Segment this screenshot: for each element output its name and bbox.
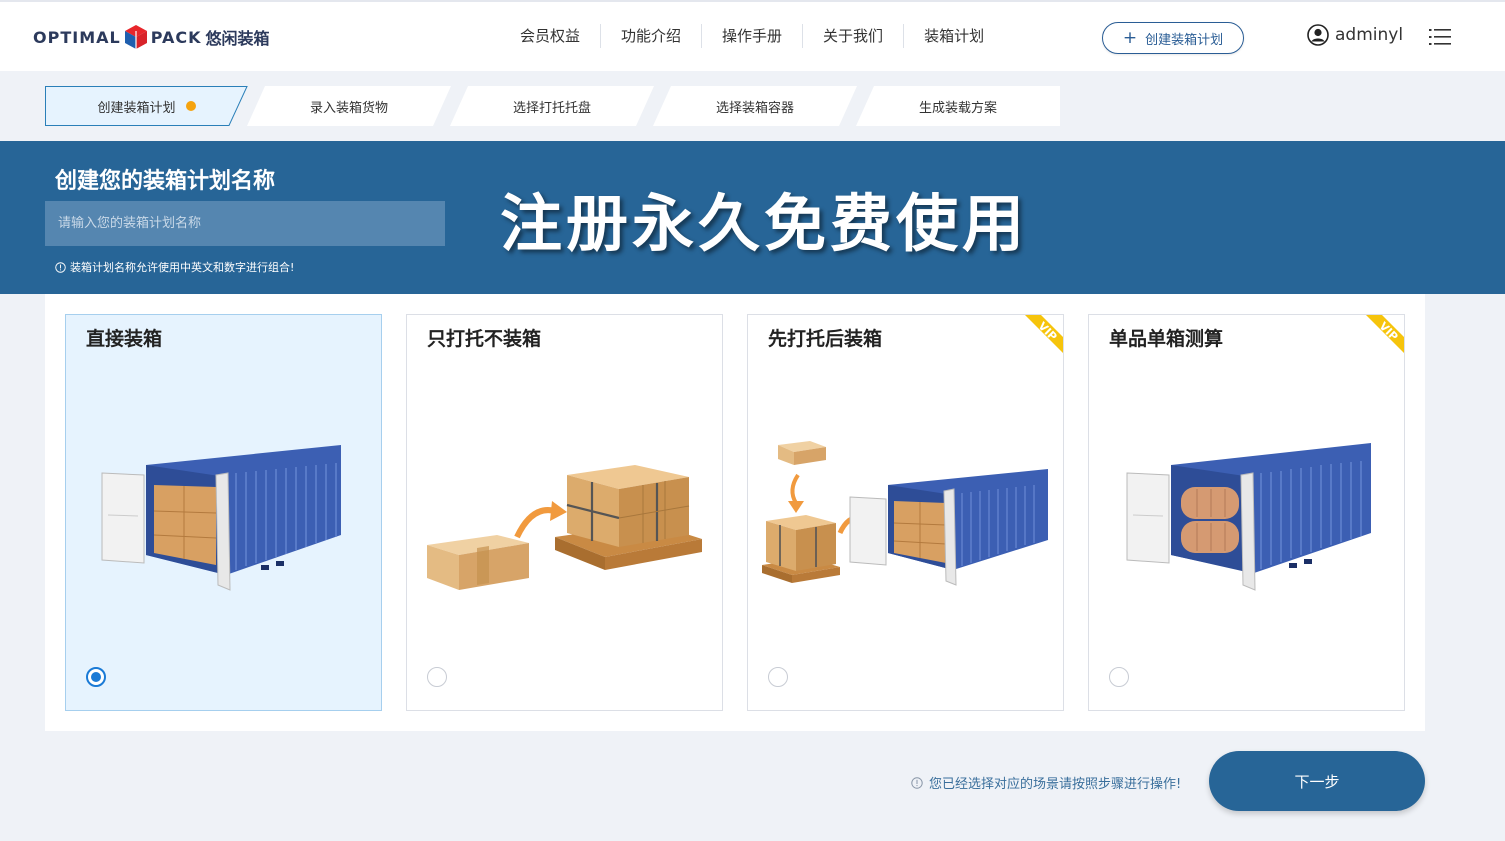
card-title: 单品单箱测算 — [1109, 328, 1224, 350]
scenario-radio[interactable] — [86, 667, 106, 687]
step-select-pallet[interactable]: 选择打托托盘 — [450, 86, 654, 126]
card-title: 直接装箱 — [86, 328, 163, 350]
container-rolls-icon — [1126, 443, 1371, 591]
logo[interactable]: OPTIMAL PACK 悠闲装箱 — [33, 20, 270, 54]
step-label: 录入装箱货物 — [309, 100, 388, 116]
top-header: OPTIMAL PACK 悠闲装箱 会员权益 功能介绍 操作手册 关于我们 装箱… — [0, 0, 1505, 71]
scenario-radio[interactable] — [427, 667, 447, 687]
scenario-card-single-item[interactable]: 单品单箱测算 VIP — [1088, 314, 1405, 711]
plan-name-hint: 装箱计划名称允许使用中英文和数字进行组合! — [55, 259, 294, 275]
create-plan-label: 创建装箱计划 — [1145, 32, 1224, 48]
step-generate-plan[interactable]: 生成装载方案 — [856, 86, 1060, 126]
step-progress: 创建装箱计划 录入装箱货物 选择打托托盘 选择装箱容器 生成装载方案 — [45, 86, 1061, 126]
scenario-radio[interactable] — [768, 667, 788, 687]
plan-name-banner: 创建您的装箱计划名称 装箱计划名称允许使用中英文和数字进行组合! 注册永久免费使… — [0, 141, 1505, 294]
user-avatar-icon — [1307, 24, 1329, 46]
nav-member-benefits[interactable]: 会员权益 — [500, 24, 602, 48]
card-title: 先打托后装箱 — [768, 328, 883, 350]
promo-headline: 注册永久免费使用 — [500, 187, 1029, 260]
footer-hint-text: 您已经选择对应的场景请按照步骤进行操作! — [929, 777, 1182, 792]
info-icon — [55, 261, 66, 273]
step-label: 选择打托托盘 — [512, 100, 591, 116]
step-label: 生成装载方案 — [918, 100, 997, 116]
create-plan-button[interactable]: + 创建装箱计划 — [1102, 22, 1244, 54]
next-step-button[interactable]: 下一步 — [1209, 751, 1425, 811]
nav-manual[interactable]: 操作手册 — [702, 24, 804, 48]
plus-icon: + — [1122, 27, 1138, 48]
user-name: adminyl — [1335, 25, 1404, 45]
hint-text: 装箱计划名称允许使用中英文和数字进行组合! — [70, 261, 295, 274]
step-enter-goods[interactable]: 录入装箱货物 — [247, 86, 451, 126]
pallet-into-container-icon — [762, 441, 1048, 586]
step-label: 选择装箱容器 — [715, 100, 794, 116]
vip-ribbon: VIP — [1366, 315, 1404, 353]
scenario-card-direct-packing[interactable]: 直接装箱 — [65, 314, 382, 711]
logo-cn-text: 悠闲装箱 — [205, 29, 270, 48]
footer-hint: 您已经选择对应的场景请按照步骤进行操作! — [911, 773, 1181, 792]
nav-packing-plans[interactable]: 装箱计划 — [904, 24, 1004, 48]
nav-features[interactable]: 功能介绍 — [601, 24, 703, 48]
container-loaded-boxes-icon — [101, 445, 341, 591]
scenario-radio[interactable] — [1109, 667, 1129, 687]
next-step-label: 下一步 — [1294, 772, 1340, 791]
info-icon — [911, 776, 923, 789]
banner-title: 创建您的装箱计划名称 — [55, 169, 276, 194]
active-step-dot — [185, 101, 196, 111]
logo-text-right: PACK — [150, 27, 202, 47]
step-label: 创建装箱计划 — [97, 100, 176, 116]
nav-about-us[interactable]: 关于我们 — [803, 24, 905, 48]
logo-text-left: OPTIMAL — [33, 27, 121, 47]
hamburger-menu-icon[interactable] — [1429, 28, 1451, 46]
user-menu[interactable]: adminyl — [1307, 24, 1403, 46]
step-select-container[interactable]: 选择装箱容器 — [653, 86, 857, 126]
step-create-plan[interactable]: 创建装箱计划 — [45, 86, 248, 126]
scenario-card-pallet-only[interactable]: 只打托不装箱 — [406, 314, 723, 711]
plan-name-input[interactable] — [45, 201, 445, 246]
scenario-panel: 直接装箱 只打托不装箱 先打托后装箱 VIP 单品单箱测算 VIP — [45, 294, 1425, 731]
logo-cube-icon — [124, 25, 147, 49]
vip-ribbon: VIP — [1025, 315, 1063, 353]
main-nav: 会员权益 功能介绍 操作手册 关于我们 装箱计划 — [500, 24, 1004, 48]
card-title: 只打托不装箱 — [427, 328, 542, 350]
scenario-card-pallet-then-pack[interactable]: 先打托后装箱 VIP — [747, 314, 1064, 711]
box-to-pallet-icon — [427, 465, 702, 590]
